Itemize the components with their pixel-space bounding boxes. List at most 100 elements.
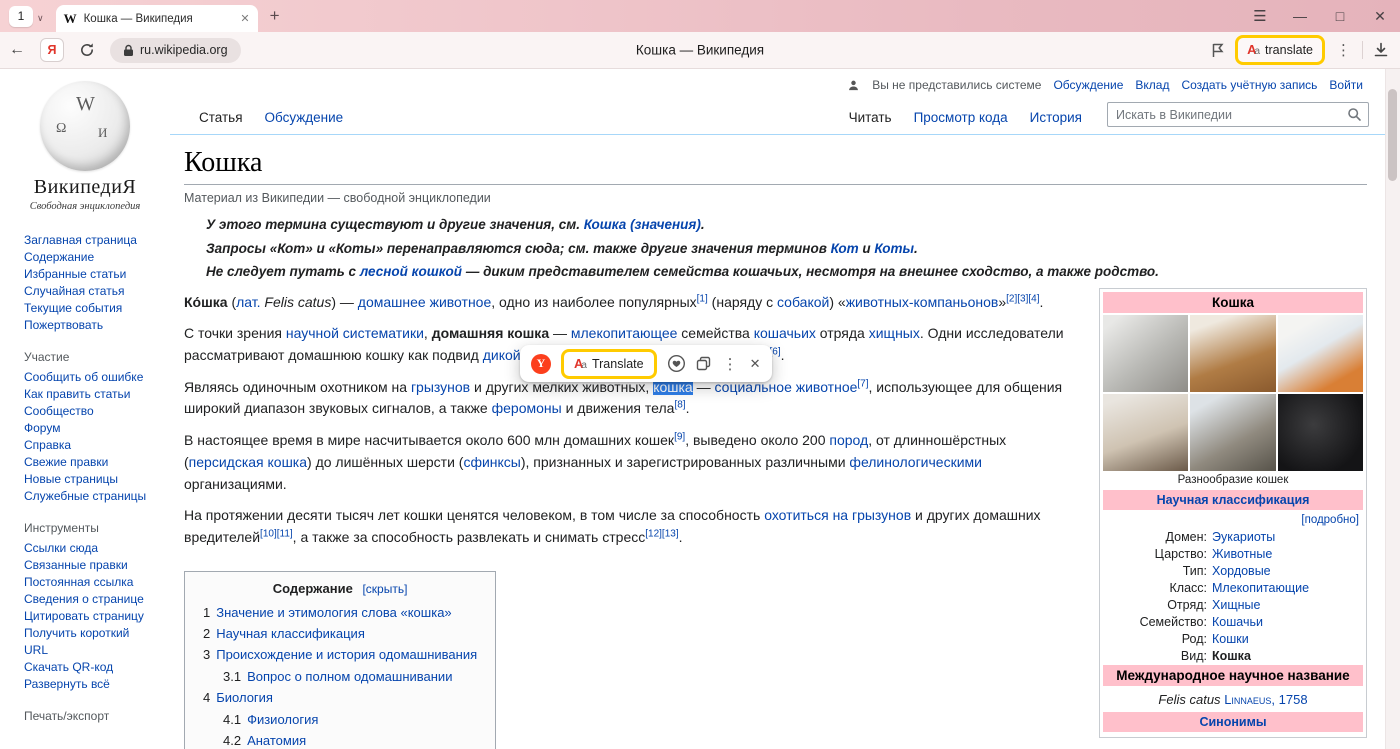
personal-link-contributions[interactable]: Вклад xyxy=(1135,78,1169,92)
text-link[interactable]: Коты xyxy=(874,241,914,256)
page-scrollbar[interactable] xyxy=(1385,69,1400,749)
wikipedia-logo[interactable]: W Ω И xyxy=(40,81,130,171)
text-link[interactable]: сфинксы xyxy=(463,454,520,470)
sidebar-item[interactable]: Как править статьи xyxy=(24,386,148,403)
sidebar-item[interactable]: Свежие правки xyxy=(24,454,148,471)
authority-link[interactable]: Linnaeus, 1758 xyxy=(1224,692,1307,707)
download-button[interactable] xyxy=(1372,41,1390,59)
cat-photo[interactable] xyxy=(1103,394,1188,471)
reference-link[interactable]: [12][13] xyxy=(645,528,678,539)
text-link[interactable]: персидская кошка xyxy=(189,454,307,470)
sidebar-item[interactable]: Скачать QR-код xyxy=(24,659,148,676)
cat-photo[interactable] xyxy=(1278,315,1363,392)
sidebar-item[interactable]: Избранные статьи xyxy=(24,266,148,283)
synonyms-header[interactable]: Синонимы xyxy=(1103,712,1363,732)
popup-close-icon[interactable]: ✕ xyxy=(750,356,761,372)
scrollbar-thumb[interactable] xyxy=(1388,89,1397,181)
taxon-link[interactable]: Животные xyxy=(1212,546,1363,563)
tab-read[interactable]: Читать xyxy=(838,102,903,134)
sidebar-item[interactable]: Постоянная ссылка xyxy=(24,574,148,591)
toc-hide-link[interactable]: [скрыть] xyxy=(362,582,407,596)
text-link[interactable]: хищных xyxy=(869,325,920,341)
favorite-icon[interactable] xyxy=(667,354,686,373)
details-link[interactable]: [подробно] xyxy=(1103,512,1363,529)
more-options-icon[interactable]: ⋮ xyxy=(1334,41,1353,59)
popup-more-icon[interactable]: ⋮ xyxy=(721,355,740,373)
text-link[interactable]: домашнее животное xyxy=(358,294,491,310)
sidebar-item[interactable]: Форум xyxy=(24,420,148,437)
taxon-link[interactable]: Млекопитающие xyxy=(1212,580,1363,597)
toc-item[interactable]: 4.2Анатомия xyxy=(203,730,477,749)
minimize-button[interactable]: — xyxy=(1280,8,1320,24)
sidebar-item[interactable]: Связанные правки xyxy=(24,557,148,574)
text-link[interactable]: охотиться на грызунов xyxy=(764,507,911,523)
search-input[interactable] xyxy=(1107,102,1369,127)
taxon-link[interactable]: Эукариоты xyxy=(1212,529,1363,546)
new-tab-button[interactable]: + xyxy=(270,6,280,26)
text-link[interactable]: собакой xyxy=(777,294,829,310)
toc-item[interactable]: 2Научная классификация xyxy=(203,623,477,644)
tab-article[interactable]: Статья xyxy=(188,102,254,134)
personal-link-create-account[interactable]: Создать учётную запись xyxy=(1181,78,1317,92)
sidebar-item[interactable]: Развернуть всё xyxy=(24,676,148,693)
text-link[interactable]: лат. xyxy=(236,294,260,310)
chevron-down-icon[interactable]: ∨ xyxy=(37,13,44,24)
sidebar-item[interactable]: Сообщить об ошибке xyxy=(24,369,148,386)
browser-tab[interactable]: W Кошка — Википедия ✕ xyxy=(56,5,258,32)
cat-photo[interactable] xyxy=(1190,315,1275,392)
sidebar-item[interactable]: Новые страницы xyxy=(24,471,148,488)
sidebar-item[interactable]: Заглавная страница xyxy=(24,232,148,249)
toc-item[interactable]: 3.1Вопрос о полном одомашнивании xyxy=(203,666,477,687)
tab-discussion[interactable]: Обсуждение xyxy=(254,102,355,134)
sidebar-item[interactable]: Ссылки сюда xyxy=(24,540,148,557)
maximize-button[interactable]: □ xyxy=(1320,8,1360,24)
sidebar-item[interactable]: Справка xyxy=(24,437,148,454)
personal-link-discussion[interactable]: Обсуждение xyxy=(1053,78,1123,92)
browser-menu-icon[interactable]: ☰ xyxy=(1240,7,1280,25)
reference-link[interactable]: [2][3][4] xyxy=(1006,293,1039,304)
text-link[interactable]: научной систематики xyxy=(286,325,424,341)
popup-translate-button[interactable]: Aa Translate xyxy=(561,349,657,379)
back-button[interactable]: ← xyxy=(0,41,34,59)
reference-link[interactable]: [1] xyxy=(697,293,708,304)
tab-history[interactable]: История xyxy=(1019,102,1093,134)
reference-link[interactable]: [7] xyxy=(857,378,868,389)
sidebar-item[interactable]: Служебные страницы xyxy=(24,488,148,505)
taxon-link[interactable]: Кошачьи xyxy=(1212,614,1363,631)
text-link[interactable]: феромоны xyxy=(492,400,562,416)
reload-button[interactable] xyxy=(70,42,104,58)
bookmark-button[interactable] xyxy=(1208,41,1226,59)
text-link[interactable]: грызунов xyxy=(411,379,470,395)
toc-item[interactable]: 4Биология xyxy=(203,687,477,708)
toc-item[interactable]: 4.1Физиология xyxy=(203,709,477,730)
toc-item[interactable]: 1Значение и этимология слова «кошка» xyxy=(203,602,477,623)
personal-link-login[interactable]: Войти xyxy=(1329,78,1363,92)
text-link[interactable]: кошачьих xyxy=(754,325,816,341)
reference-link[interactable]: [8] xyxy=(674,400,685,411)
sidebar-item[interactable]: Содержание xyxy=(24,249,148,266)
text-link[interactable]: лесной кошкой xyxy=(360,264,462,279)
text-link[interactable]: млекопитающее xyxy=(571,325,678,341)
wikipedia-wordmark[interactable]: ВикипедиЯ xyxy=(0,176,170,199)
close-window-button[interactable]: ✕ xyxy=(1360,8,1400,25)
sidebar-item[interactable]: Сообщество xyxy=(24,403,148,420)
text-link[interactable]: Кошка (значения) xyxy=(584,217,701,232)
reference-link[interactable]: [9] xyxy=(674,431,685,442)
sidebar-item[interactable]: Получить короткий URL xyxy=(24,625,148,659)
cat-photo[interactable] xyxy=(1278,394,1363,471)
text-link[interactable]: фелинологическими xyxy=(849,454,982,470)
tab-view-source[interactable]: Просмотр кода xyxy=(903,102,1019,134)
cat-photo[interactable] xyxy=(1103,315,1188,392)
classification-header[interactable]: Научная классификация xyxy=(1103,490,1363,510)
sidebar-item[interactable]: Пожертвовать xyxy=(24,317,148,334)
text-link[interactable]: животных-компаньонов xyxy=(846,294,999,310)
taxon-link[interactable]: Хордовые xyxy=(1212,563,1363,580)
cat-photo[interactable] xyxy=(1190,394,1275,471)
translate-button[interactable]: Aa translate xyxy=(1235,35,1325,65)
yandex-home-button[interactable]: Я xyxy=(40,38,64,62)
reference-link[interactable]: [10][11] xyxy=(260,528,293,539)
text-link[interactable]: Кот xyxy=(831,241,859,256)
taxon-link[interactable]: Кошки xyxy=(1212,631,1363,648)
sidebar-item[interactable]: Случайная статья xyxy=(24,283,148,300)
search-icon[interactable] xyxy=(1347,107,1362,125)
